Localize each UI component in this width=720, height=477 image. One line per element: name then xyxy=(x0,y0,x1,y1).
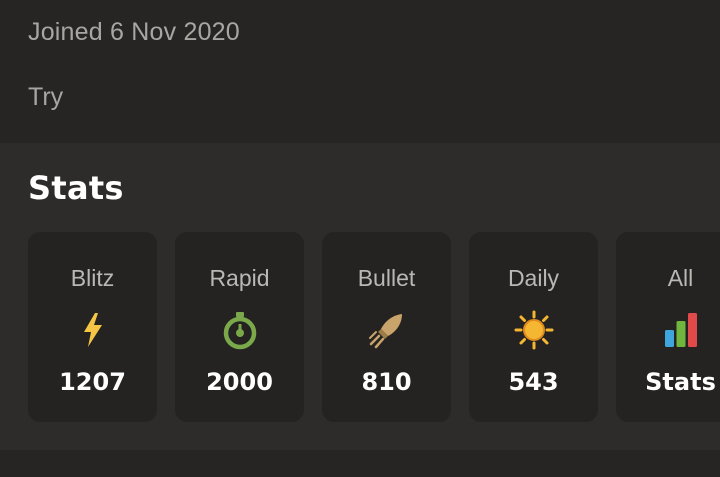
stat-card-daily[interactable]: Daily 543 xyxy=(469,232,598,422)
stat-card-blitz[interactable]: Blitz 1207 xyxy=(28,232,157,422)
profile-bio: Try xyxy=(28,83,64,111)
bottom-section xyxy=(0,450,720,477)
stat-card-value: 543 xyxy=(508,368,559,396)
stats-cards: Blitz 1207 Rapid 2000 Bullet 810 Daily 5… xyxy=(28,232,720,422)
stat-card-label: Bullet xyxy=(357,265,416,291)
stat-card-value: Stats xyxy=(645,368,716,396)
stat-card-value: 1207 xyxy=(59,368,126,396)
joined-date: Joined 6 Nov 2020 xyxy=(28,18,240,46)
stat-card-value: 2000 xyxy=(206,368,273,396)
stat-card-label: Rapid xyxy=(209,265,270,291)
stat-card-label: Blitz xyxy=(70,265,115,291)
stat-card-rapid[interactable]: Rapid 2000 xyxy=(175,232,304,422)
bar-chart-icon xyxy=(661,310,701,350)
stat-card-all[interactable]: All Stats xyxy=(616,232,720,422)
stats-title: Stats xyxy=(28,169,124,207)
stat-card-bullet[interactable]: Bullet 810 xyxy=(322,232,451,422)
stats-section: Stats Blitz 1207 Rapid 2000 Bullet 810 D… xyxy=(0,143,720,450)
lightning-icon xyxy=(73,310,113,350)
sun-icon xyxy=(514,310,554,350)
stat-card-label: Daily xyxy=(507,265,560,291)
profile-header: Joined 6 Nov 2020 Try xyxy=(0,0,720,143)
stat-card-value: 810 xyxy=(361,368,412,396)
stopwatch-icon xyxy=(220,310,260,350)
stat-card-label: All xyxy=(667,265,694,291)
bullet-icon xyxy=(367,310,407,350)
